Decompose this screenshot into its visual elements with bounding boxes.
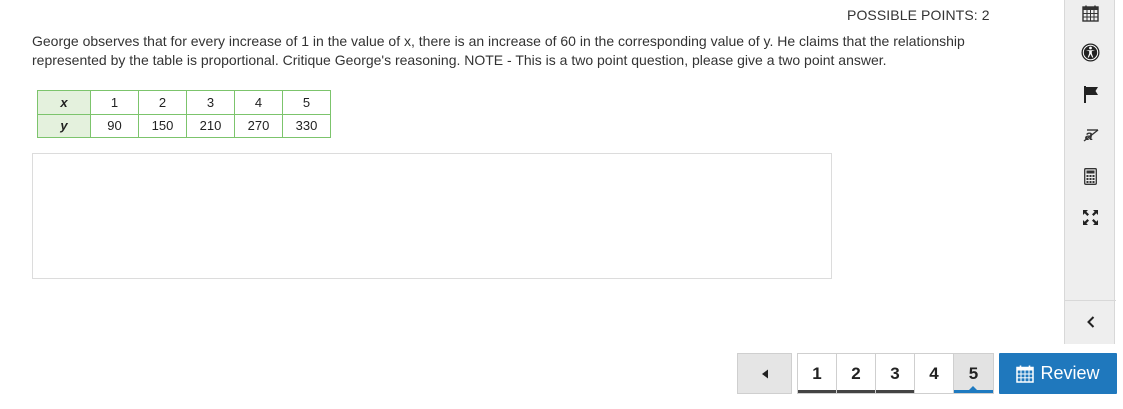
strikethrough-tool[interactable]: a xyxy=(1065,122,1116,148)
question-text: George observes that for every increase … xyxy=(32,33,965,68)
y-cell: 270 xyxy=(234,113,283,138)
y-cell: 210 xyxy=(186,113,235,138)
y-cell: 330 xyxy=(282,113,331,138)
page-button-5[interactable]: 5 xyxy=(954,354,993,393)
review-button[interactable]: Review xyxy=(999,353,1117,394)
x-cell: 2 xyxy=(138,90,187,115)
page-button-2[interactable]: 2 xyxy=(837,354,876,393)
current-page-indicator xyxy=(969,386,977,390)
x-cell: 1 xyxy=(90,90,139,115)
flag-tool[interactable] xyxy=(1065,81,1116,107)
x-header: x xyxy=(37,90,91,115)
table-row-x: x 1 2 3 4 5 xyxy=(37,90,331,115)
collapse-toolbar-button[interactable] xyxy=(1065,309,1116,335)
chevron-left-icon xyxy=(1086,316,1094,328)
page-button-3[interactable]: 3 xyxy=(876,354,915,393)
x-cell: 4 xyxy=(234,90,283,115)
y-cell: 150 xyxy=(138,113,187,138)
accessibility-icon xyxy=(1081,43,1100,61)
review-label: Review xyxy=(1040,363,1100,383)
page-button-4[interactable]: 4 xyxy=(915,354,954,393)
fullscreen-icon xyxy=(1083,209,1098,225)
flag-icon xyxy=(1083,85,1098,103)
page-list: 1 2 3 4 5 xyxy=(797,353,994,394)
tool-sidebar: a xyxy=(1064,0,1116,344)
fullscreen-tool[interactable] xyxy=(1065,204,1116,230)
possible-points: POSSIBLE POINTS: 2 xyxy=(847,7,990,23)
calendar-tool[interactable] xyxy=(1065,0,1116,26)
page-button-label: 5 xyxy=(968,363,979,383)
answer-input[interactable] xyxy=(32,153,832,279)
x-cell: 5 xyxy=(282,90,331,115)
page-button-1[interactable]: 1 xyxy=(798,354,837,393)
caret-left-icon xyxy=(761,369,768,378)
table-row-y: y 90 150 210 270 330 xyxy=(37,113,331,138)
x-cell: 3 xyxy=(186,90,235,115)
calendar-icon xyxy=(1016,365,1035,383)
strikethrough-icon: a xyxy=(1083,127,1098,143)
question-pagination: 1 2 3 4 5 Review xyxy=(737,353,1117,394)
calculator-icon xyxy=(1084,167,1097,185)
y-header: y xyxy=(37,113,91,138)
toolbar-divider xyxy=(1065,300,1116,301)
y-cell: 90 xyxy=(90,113,139,138)
calendar-icon xyxy=(1082,5,1099,22)
accessibility-tool[interactable] xyxy=(1065,39,1116,65)
xy-table: x 1 2 3 4 5 y 90 150 210 270 330 xyxy=(37,90,331,138)
previous-button[interactable] xyxy=(737,353,792,394)
calculator-tool[interactable] xyxy=(1065,163,1116,189)
